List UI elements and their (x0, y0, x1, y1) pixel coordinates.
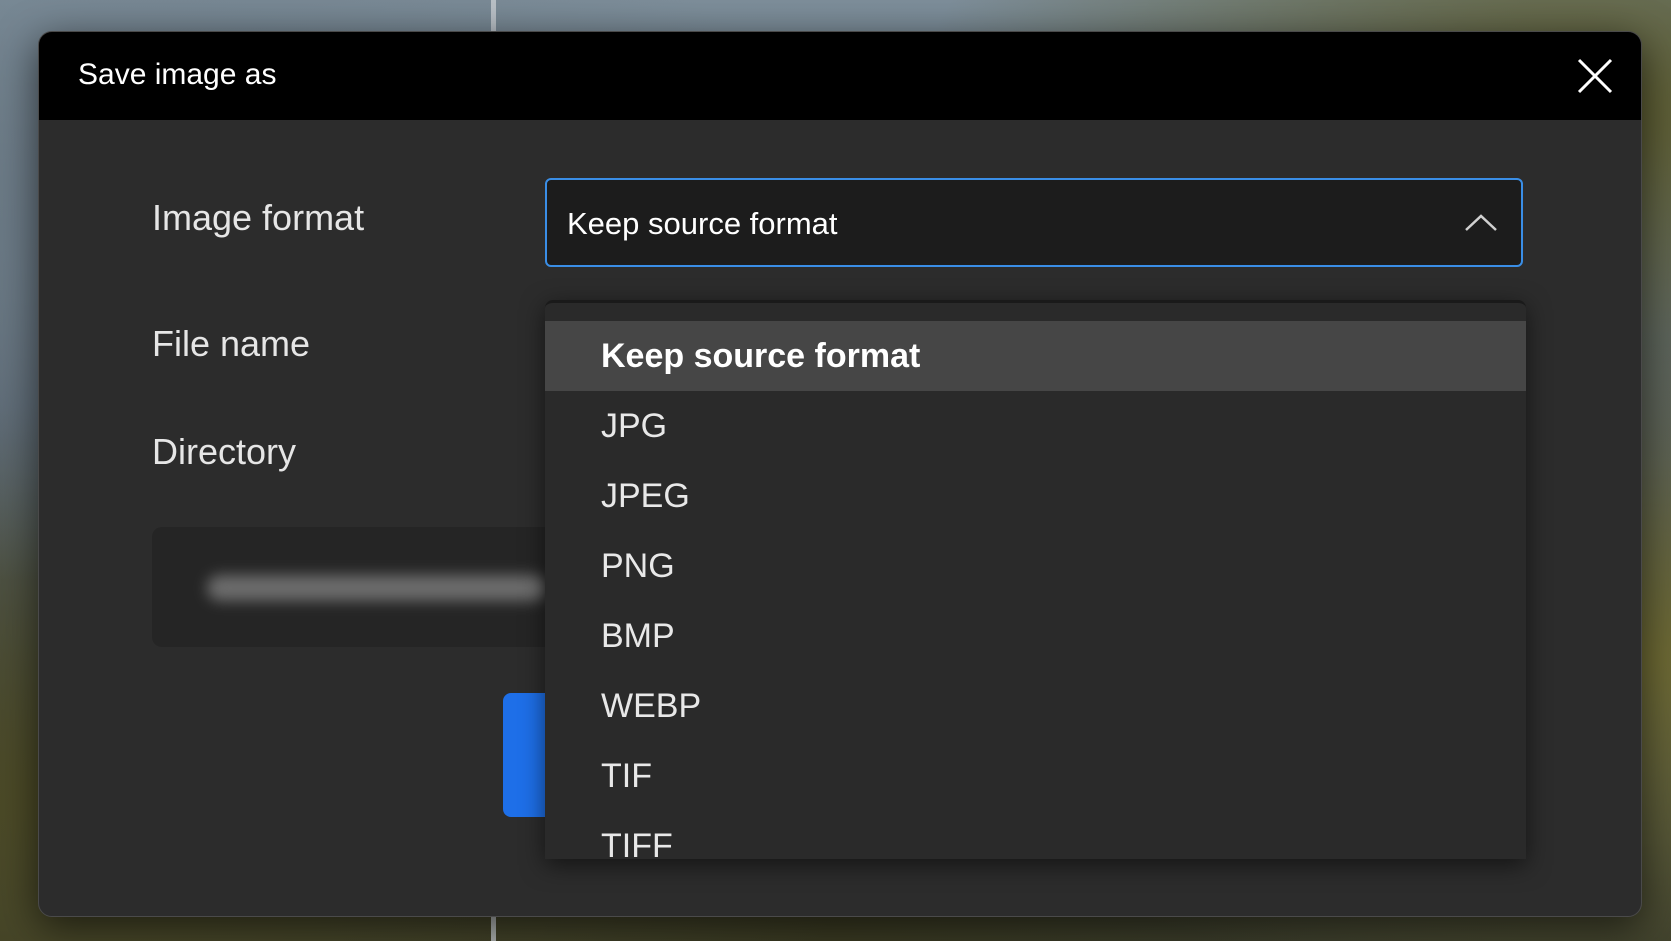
file-name-label: File name (152, 323, 311, 364)
format-option-jpg[interactable]: JPG (545, 391, 1526, 461)
format-option-tif[interactable]: TIF (545, 741, 1526, 811)
image-format-select[interactable]: Keep source format (545, 178, 1523, 267)
chevron-up-icon (1465, 214, 1497, 231)
format-option-png[interactable]: PNG (545, 531, 1526, 601)
format-option-tiff[interactable]: TIFF (545, 811, 1526, 881)
dialog-titlebar: Save image as (39, 32, 1641, 120)
format-option-keep-source[interactable]: Keep source format (545, 321, 1526, 391)
dialog-title: Save image as (78, 58, 277, 91)
directory-path-redacted (207, 575, 547, 601)
format-option-jpeg[interactable]: JPEG (545, 461, 1526, 531)
image-format-dropdown: Keep source format JPG JPEG PNG BMP WEBP… (545, 300, 1526, 865)
image-format-selected-value: Keep source format (567, 206, 838, 241)
format-option-webp[interactable]: WEBP (545, 671, 1526, 741)
save-image-dialog: Save image as Image format Keep source f… (38, 31, 1642, 917)
close-icon (1577, 58, 1613, 94)
directory-label: Directory (152, 431, 297, 472)
close-button[interactable] (1569, 50, 1621, 102)
directory-input[interactable] (152, 527, 572, 647)
format-option-bmp[interactable]: BMP (545, 601, 1526, 671)
image-format-label: Image format (152, 197, 365, 238)
